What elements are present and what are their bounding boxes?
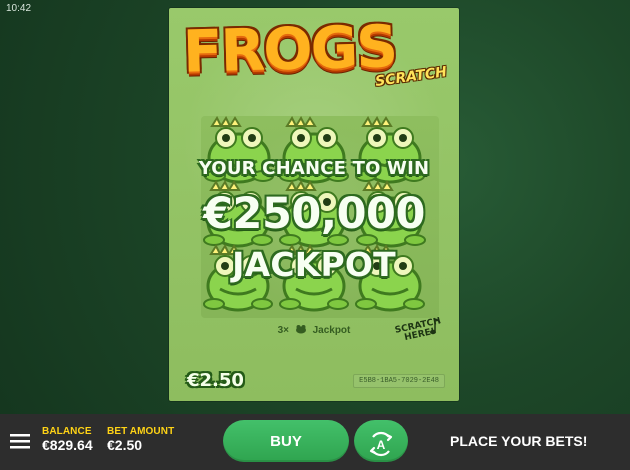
balance-value: €829.64 [42,437,93,453]
balance-label: BALANCE [42,426,92,437]
autoplay-icon: A [369,431,393,456]
promo-amount: €250,000 [203,189,425,239]
menu-icon[interactable] [10,432,30,450]
ticket-id: E5B8-1BA5-7029-2E48 [353,374,445,388]
bet-info: BET AMOUNT €2.50 [107,426,174,454]
status-message: PLACE YOUR BETS! [450,433,588,449]
jackpot-rule-suffix: Jackpot [312,325,351,336]
promo-line-2: JACKPOT [232,245,396,284]
game-logo: FROGS SCRATCH [169,12,459,106]
jackpot-rule-prefix: 3× [277,325,290,336]
scratch-ticket[interactable]: FROGS SCRATCH YOUR CHANCE TO WIN €250,00… [169,8,459,401]
bet-label: BET AMOUNT [107,426,175,437]
music-note-icon [430,318,441,335]
logo-main-text: FROGS [182,12,397,86]
buy-button[interactable]: BUY [223,420,349,462]
promo-line-1: YOUR CHANCE TO WIN [198,158,430,179]
bottom-toolbar: BALANCE €829.64 BET AMOUNT €2.50 BUY A P… [0,414,630,470]
autoplay-button[interactable]: A [354,420,408,462]
balance-info: BALANCE €829.64 [42,426,93,454]
autoplay-glyph: A [377,438,386,452]
bet-value: €2.50 [107,437,143,453]
status-time: 10:42 [6,3,32,14]
frog-mini-icon [295,325,306,334]
ticket-price: €2.50 [187,370,244,391]
